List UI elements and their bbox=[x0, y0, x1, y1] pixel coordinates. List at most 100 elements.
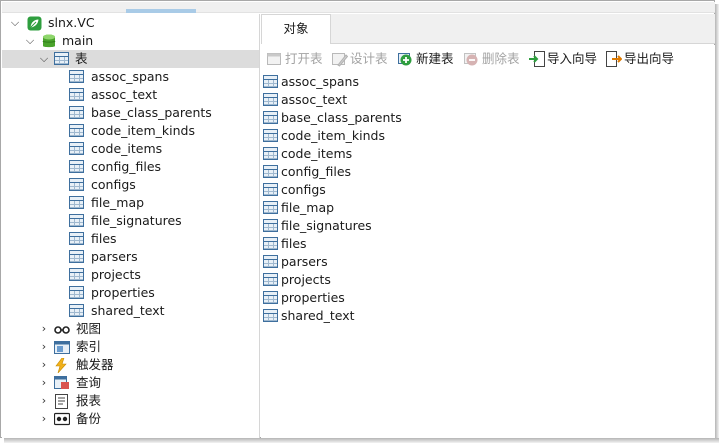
table-name: configs bbox=[91, 177, 136, 192]
lightning-trigger-icon bbox=[54, 357, 69, 374]
chevron-right-icon[interactable]: › bbox=[39, 356, 49, 374]
delete-table-label: 删除表 bbox=[482, 51, 520, 66]
table-icon bbox=[263, 201, 278, 214]
tables-folder-label: 表 bbox=[75, 51, 88, 66]
table-icon bbox=[263, 129, 278, 142]
object-name: file_signatures bbox=[281, 218, 372, 233]
new-table-button[interactable]: 新建表 bbox=[398, 50, 460, 68]
table-icon bbox=[263, 273, 278, 286]
table-name: files bbox=[91, 231, 117, 246]
chevron-right-icon[interactable]: › bbox=[39, 374, 49, 392]
table-icon bbox=[263, 111, 278, 124]
table-icon bbox=[69, 88, 84, 102]
tree-table-item[interactable]: base_class_parents bbox=[2, 104, 259, 122]
table-icon bbox=[69, 304, 84, 318]
design-table-button[interactable]: 设计表 bbox=[332, 50, 394, 68]
backup-icon bbox=[53, 412, 71, 426]
tree-table-item[interactable]: shared_text bbox=[2, 302, 259, 320]
table-name: assoc_text bbox=[91, 87, 158, 102]
table-icon bbox=[263, 165, 278, 178]
reports-label: 报表 bbox=[76, 393, 102, 408]
leaf-connection-icon bbox=[27, 16, 42, 31]
plus-circle-icon bbox=[398, 51, 414, 67]
tab-objects[interactable]: 对象 bbox=[261, 14, 331, 44]
chevron-right-icon[interactable]: › bbox=[39, 410, 49, 428]
report-icon bbox=[55, 394, 70, 409]
tree-node-queries[interactable]: › 查询 bbox=[2, 374, 259, 392]
object-name: file_map bbox=[281, 200, 335, 215]
tree-node-reports[interactable]: › 报表 bbox=[2, 392, 259, 410]
chevron-down-icon[interactable]: ⌵ bbox=[39, 50, 49, 68]
export-wizard-label: 导出向导 bbox=[624, 51, 675, 66]
table-icon bbox=[69, 232, 84, 246]
open-table-icon bbox=[267, 51, 283, 67]
index-icon bbox=[54, 340, 70, 354]
table-icon bbox=[69, 160, 84, 174]
table-icon bbox=[69, 124, 84, 138]
table-icon bbox=[263, 93, 278, 106]
table-icon bbox=[69, 286, 84, 300]
table-icon bbox=[69, 70, 84, 84]
table-name: code_item_kinds bbox=[91, 123, 195, 138]
import-wizard-button[interactable]: 导入向导 bbox=[529, 50, 601, 68]
tree-table-item[interactable]: properties bbox=[2, 284, 259, 302]
table-icon bbox=[69, 106, 84, 120]
open-table-button[interactable]: 打开表 bbox=[267, 50, 329, 68]
window-shadow-bottom bbox=[4, 438, 719, 443]
tree-node-views[interactable]: › 视图 bbox=[2, 320, 259, 338]
object-name: base_class_parents bbox=[281, 110, 402, 125]
tree-node-tables[interactable]: ⌵ 表 bbox=[2, 50, 259, 68]
delete-table-button[interactable]: 删除表 bbox=[464, 50, 526, 68]
chevron-down-icon[interactable]: ⌵ bbox=[10, 14, 20, 32]
tree-table-item[interactable]: projects bbox=[2, 266, 259, 284]
views-label: 视图 bbox=[76, 321, 102, 336]
table-name: properties bbox=[91, 285, 155, 300]
navigation-tree: ⌵ slnx.VC ⌵ main ⌵ 表 assoc_spans assoc_t… bbox=[2, 14, 260, 438]
object-name: config_files bbox=[281, 164, 352, 179]
table-name: file_map bbox=[91, 195, 145, 210]
import-wizard-label: 导入向导 bbox=[547, 51, 598, 66]
object-name: properties bbox=[281, 290, 345, 305]
chevron-right-icon[interactable]: › bbox=[39, 320, 49, 338]
table-icon bbox=[69, 196, 84, 210]
object-name: code_item_kinds bbox=[281, 128, 385, 143]
database-label: main bbox=[62, 33, 94, 48]
tree-node-database[interactable]: ⌵ main bbox=[2, 32, 259, 50]
tree-node-backups[interactable]: › 备份 bbox=[2, 410, 259, 428]
triggers-label: 触发器 bbox=[76, 357, 114, 372]
tree-node-connection[interactable]: ⌵ slnx.VC bbox=[2, 14, 259, 32]
tree-table-item[interactable]: parsers bbox=[2, 248, 259, 266]
table-name: file_signatures bbox=[91, 213, 182, 228]
window-shadow-right bbox=[715, 4, 719, 442]
tree-table-item[interactable]: assoc_spans bbox=[2, 68, 259, 86]
table-name: base_class_parents bbox=[91, 105, 212, 120]
tree-table-item[interactable]: file_signatures bbox=[2, 212, 259, 230]
tab-objects-label: 对象 bbox=[283, 21, 309, 36]
table-name: config_files bbox=[91, 159, 162, 174]
connection-label: slnx.VC bbox=[48, 15, 95, 30]
tree-table-item[interactable]: code_items bbox=[2, 140, 259, 158]
tree-node-indexes[interactable]: › 索引 bbox=[2, 338, 259, 356]
tree-table-item[interactable]: file_map bbox=[2, 194, 259, 212]
tree-table-item[interactable]: config_files bbox=[2, 158, 259, 176]
object-name: assoc_spans bbox=[281, 74, 359, 89]
tree-table-item[interactable]: configs bbox=[2, 176, 259, 194]
tree-table-item[interactable]: files bbox=[2, 230, 259, 248]
chevron-right-icon[interactable]: › bbox=[39, 338, 49, 356]
indexes-label: 索引 bbox=[76, 339, 102, 354]
table-name: parsers bbox=[91, 249, 138, 264]
table-icon bbox=[263, 309, 278, 322]
chevron-right-icon[interactable]: › bbox=[39, 392, 49, 410]
chevron-down-icon[interactable]: ⌵ bbox=[25, 32, 35, 50]
tree-table-item[interactable]: code_item_kinds bbox=[2, 122, 259, 140]
queries-label: 查询 bbox=[76, 375, 102, 390]
object-name: code_items bbox=[281, 146, 353, 161]
database-icon bbox=[42, 34, 57, 48]
tree-table-item[interactable]: assoc_text bbox=[2, 86, 259, 104]
table-icon bbox=[69, 214, 84, 228]
table-icon bbox=[69, 268, 84, 282]
table-icon bbox=[263, 237, 278, 250]
minus-circle-icon bbox=[464, 51, 480, 67]
tree-node-triggers[interactable]: › 触发器 bbox=[2, 356, 259, 374]
export-wizard-button[interactable]: 导出向导 bbox=[606, 50, 678, 68]
